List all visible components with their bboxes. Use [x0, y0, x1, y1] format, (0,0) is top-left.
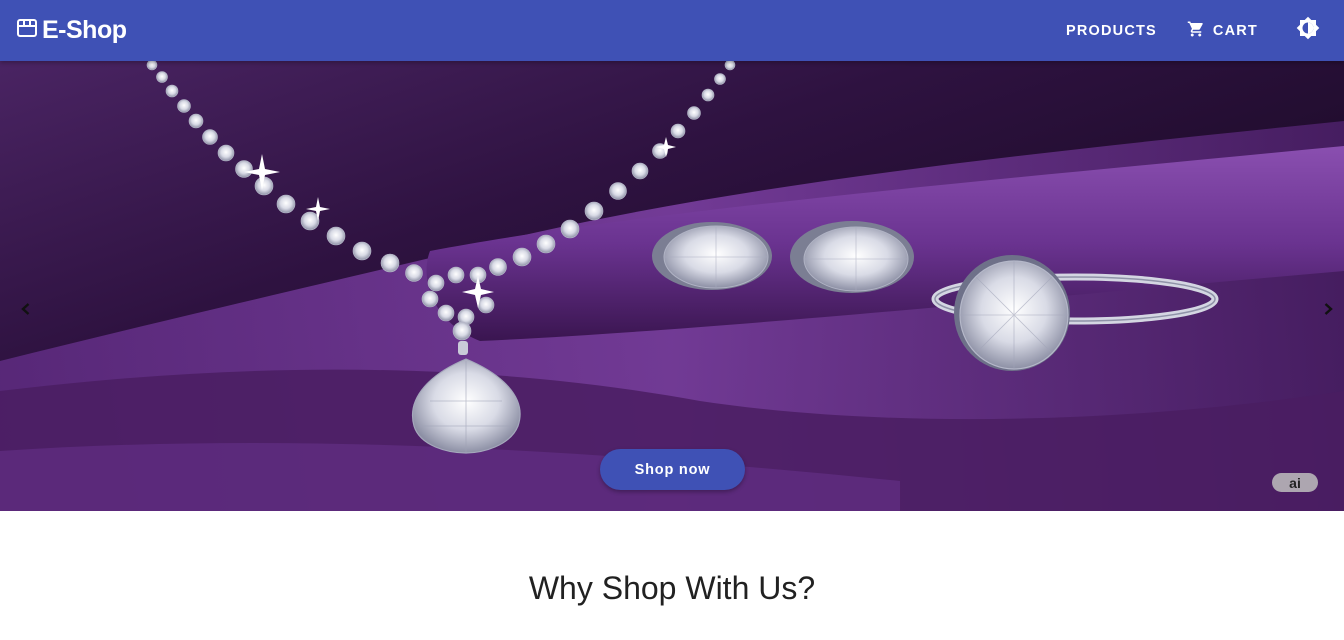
jewelry-hero-image — [0, 61, 1344, 511]
carousel-prev-button[interactable] — [12, 297, 40, 325]
ai-generated-badge: ai — [1272, 473, 1318, 492]
app-bar: E-Shop PRODUCTS CART — [0, 0, 1344, 61]
carousel-next-button[interactable] — [1314, 297, 1342, 325]
brand-title: E-Shop — [42, 16, 127, 44]
hero-carousel: Shop now ai — [0, 61, 1344, 511]
cart-label: CART — [1212, 22, 1258, 39]
brightness-toggle-icon — [1296, 16, 1320, 45]
top-nav: PRODUCTS CART — [1054, 11, 1328, 51]
section-heading: Why Shop With Us? — [528, 570, 816, 606]
chevron-right-icon — [1321, 302, 1335, 321]
theme-toggle-button[interactable] — [1288, 11, 1328, 51]
cart-button[interactable]: CART — [1175, 14, 1270, 48]
products-button[interactable]: PRODUCTS — [1054, 17, 1169, 45]
shop-now-button[interactable]: Shop now — [600, 449, 745, 490]
cart-icon — [1187, 20, 1205, 42]
products-label: PRODUCTS — [1065, 22, 1157, 39]
chevron-left-icon — [19, 302, 33, 321]
brand-link[interactable]: E-Shop — [16, 16, 127, 45]
storefront-icon — [16, 18, 38, 43]
